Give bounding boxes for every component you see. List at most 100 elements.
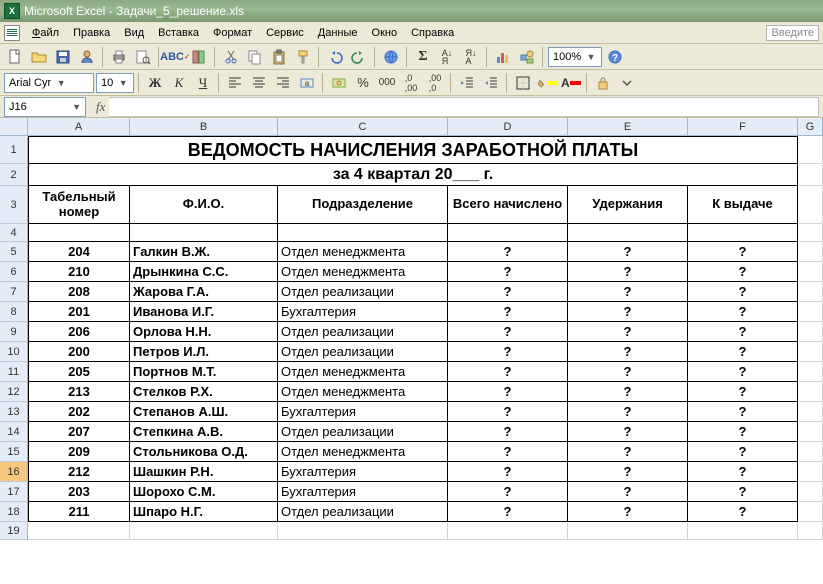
hyperlink-icon[interactable] xyxy=(380,46,402,68)
row-header[interactable]: 1 xyxy=(0,136,28,164)
cell-fio[interactable]: Степанов А.Ш. xyxy=(130,402,278,422)
menu-edit[interactable]: Правка xyxy=(67,25,116,41)
cell-tabno[interactable]: 205 xyxy=(28,362,130,382)
cell[interactable] xyxy=(798,164,823,186)
cell-payout[interactable]: ? xyxy=(688,302,798,322)
paste-icon[interactable] xyxy=(268,46,290,68)
permissions-icon[interactable] xyxy=(76,46,98,68)
cell[interactable] xyxy=(798,342,823,362)
cell-total[interactable]: ? xyxy=(448,482,568,502)
cell-dept[interactable]: Отдел менеджмента xyxy=(278,382,448,402)
cell-total[interactable]: ? xyxy=(448,242,568,262)
cell[interactable] xyxy=(130,522,278,540)
cell[interactable] xyxy=(568,224,688,242)
cell[interactable] xyxy=(798,502,823,522)
cell-payout[interactable]: ? xyxy=(688,282,798,302)
cell-dept[interactable]: Отдел менеджмента xyxy=(278,442,448,462)
cell[interactable] xyxy=(448,522,568,540)
row-header[interactable]: 18 xyxy=(0,502,28,522)
cell-dept[interactable]: Бухгалтерия xyxy=(278,402,448,422)
sort-desc-icon[interactable]: Я↓А xyxy=(460,46,482,68)
row-header[interactable]: 12 xyxy=(0,382,28,402)
security-icon[interactable] xyxy=(592,72,614,94)
font-size-combo[interactable]: 10 ▼ xyxy=(96,73,134,93)
cell-total[interactable]: ? xyxy=(448,342,568,362)
cell-tabno[interactable]: 206 xyxy=(28,322,130,342)
cell[interactable] xyxy=(798,302,823,322)
cell-fio[interactable]: Шорохо С.М. xyxy=(130,482,278,502)
sheet-title[interactable]: ВЕДОМОСТЬ НАЧИСЛЕНИЯ ЗАРАБОТНОЙ ПЛАТЫ xyxy=(28,136,798,164)
cell-tabno[interactable]: 210 xyxy=(28,262,130,282)
cell-fio[interactable]: Галкин В.Ж. xyxy=(130,242,278,262)
print-preview-icon[interactable] xyxy=(132,46,154,68)
comma-style-icon[interactable]: 000 xyxy=(376,72,398,94)
cell-withheld[interactable]: ? xyxy=(568,502,688,522)
menu-data[interactable]: Данные xyxy=(312,25,364,41)
cell-tabno[interactable]: 202 xyxy=(28,402,130,422)
font-color-icon[interactable]: A xyxy=(560,72,582,94)
cell-tabno[interactable]: 201 xyxy=(28,302,130,322)
cell-fio[interactable]: Степкина А.В. xyxy=(130,422,278,442)
cell-total[interactable]: ? xyxy=(448,362,568,382)
cell[interactable] xyxy=(798,442,823,462)
cell-tabno[interactable]: 211 xyxy=(28,502,130,522)
select-all-corner[interactable] xyxy=(0,118,28,136)
cell-tabno[interactable]: 208 xyxy=(28,282,130,302)
cell-payout[interactable]: ? xyxy=(688,382,798,402)
row-header[interactable]: 9 xyxy=(0,322,28,342)
row-header[interactable]: 7 xyxy=(0,282,28,302)
cell-fio[interactable]: Шашкин Р.Н. xyxy=(130,462,278,482)
cell-dept[interactable]: Отдел реализации xyxy=(278,322,448,342)
menu-insert[interactable]: Вставка xyxy=(152,25,205,41)
sort-asc-icon[interactable]: А↓Я xyxy=(436,46,458,68)
menu-format[interactable]: Формат xyxy=(207,25,258,41)
print-icon[interactable] xyxy=(108,46,130,68)
research-icon[interactable] xyxy=(188,46,210,68)
header-total[interactable]: Всего начислено xyxy=(448,186,568,224)
cell-payout[interactable]: ? xyxy=(688,462,798,482)
cell-fio[interactable]: Иванова И.Г. xyxy=(130,302,278,322)
drawing-icon[interactable] xyxy=(516,46,538,68)
sheet-subtitle[interactable]: за 4 квартал 20___ г. xyxy=(28,164,798,186)
row-header[interactable]: 11 xyxy=(0,362,28,382)
header-fio[interactable]: Ф.И.О. xyxy=(130,186,278,224)
cell-dept[interactable]: Отдел менеджмента xyxy=(278,262,448,282)
row-header[interactable]: 14 xyxy=(0,422,28,442)
cell-total[interactable]: ? xyxy=(448,262,568,282)
cell-total[interactable]: ? xyxy=(448,422,568,442)
cell[interactable] xyxy=(278,224,448,242)
cell-fio[interactable]: Жарова Г.А. xyxy=(130,282,278,302)
cell-withheld[interactable]: ? xyxy=(568,422,688,442)
cell[interactable] xyxy=(798,322,823,342)
cell-payout[interactable]: ? xyxy=(688,402,798,422)
cell-total[interactable]: ? xyxy=(448,282,568,302)
cell-payout[interactable]: ? xyxy=(688,442,798,462)
col-header-e[interactable]: E xyxy=(568,118,688,136)
borders-icon[interactable] xyxy=(512,72,534,94)
cell[interactable] xyxy=(798,136,823,164)
cell-total[interactable]: ? xyxy=(448,382,568,402)
row-header[interactable]: 4 xyxy=(0,224,28,242)
menu-view[interactable]: Вид xyxy=(118,25,150,41)
cell-fio[interactable]: Портнов М.Т. xyxy=(130,362,278,382)
row-header[interactable]: 3 xyxy=(0,186,28,224)
cell-payout[interactable]: ? xyxy=(688,502,798,522)
cell[interactable] xyxy=(798,224,823,242)
formula-bar[interactable] xyxy=(109,97,819,117)
autosum-icon[interactable]: Σ xyxy=(412,46,434,68)
col-header-b[interactable]: B xyxy=(130,118,278,136)
header-withheld[interactable]: Удержания xyxy=(568,186,688,224)
cell-withheld[interactable]: ? xyxy=(568,282,688,302)
cell[interactable] xyxy=(688,224,798,242)
cell[interactable] xyxy=(798,362,823,382)
cell-fio[interactable]: Стольникова О.Д. xyxy=(130,442,278,462)
cell-dept[interactable]: Бухгалтерия xyxy=(278,462,448,482)
col-header-g[interactable]: G xyxy=(798,118,823,136)
italic-button[interactable]: К xyxy=(168,72,190,94)
cell-total[interactable]: ? xyxy=(448,462,568,482)
redo-icon[interactable] xyxy=(348,46,370,68)
cell[interactable] xyxy=(28,224,130,242)
help-icon[interactable]: ? xyxy=(604,46,626,68)
cell[interactable] xyxy=(798,522,823,540)
cell-total[interactable]: ? xyxy=(448,322,568,342)
